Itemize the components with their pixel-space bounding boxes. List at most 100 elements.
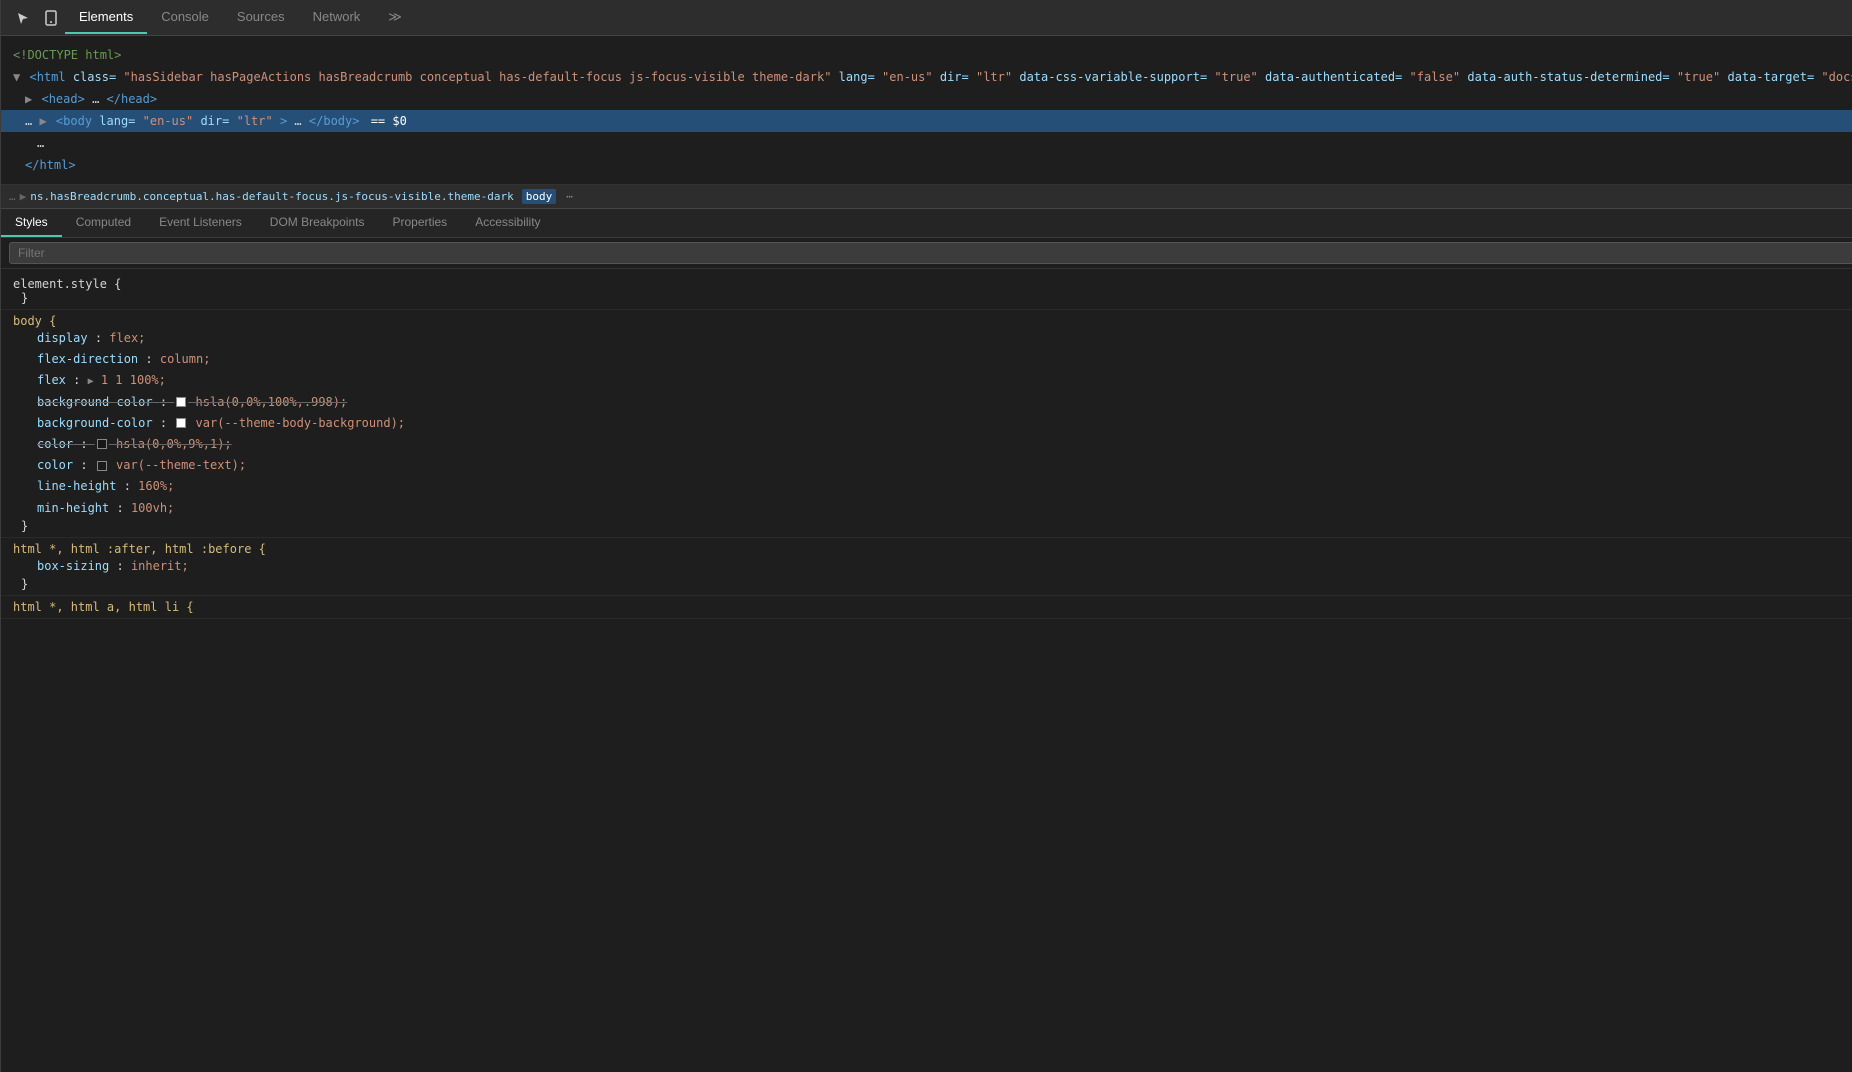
dom-head-close-tag: </head> bbox=[107, 92, 158, 106]
style-line-height-colon: : bbox=[124, 479, 138, 493]
tab-more[interactable]: ≫ bbox=[374, 1, 416, 35]
styles-tab-event-listeners[interactable]: Event Listeners bbox=[145, 209, 256, 237]
style-min-height-line: min-height : 100vh; bbox=[13, 498, 1852, 519]
dom-ellipsis-text: … bbox=[37, 136, 44, 150]
dom-ellipsis-line[interactable]: … bbox=[1, 132, 1852, 154]
html-star-close: } bbox=[13, 577, 1852, 591]
dom-html-close-tag: </html> bbox=[25, 158, 76, 172]
style-line-height-val: 160%; bbox=[138, 479, 174, 493]
dom-html-tag: <html bbox=[29, 70, 65, 84]
style-flex-direction-colon: : bbox=[145, 352, 159, 366]
dom-html-dir-val: "ltr" bbox=[976, 70, 1012, 84]
html-a-li-rule: html *, html a, html li { site-ltr.css:4… bbox=[1, 596, 1852, 619]
style-bg-old-prop: background-color bbox=[37, 395, 153, 409]
dom-html-lang-attr: lang= bbox=[839, 70, 875, 84]
dom-body-lang-val: "en-us" bbox=[143, 114, 194, 128]
dom-bc-expand-btn[interactable]: ⋯ bbox=[566, 190, 573, 203]
dom-head-expand[interactable]: ▶ bbox=[25, 92, 32, 106]
element-style-rule: element.style { } bbox=[1, 273, 1852, 310]
dom-bc-class-item[interactable]: ns.hasBreadcrumb.conceptual.has-default-… bbox=[30, 190, 513, 203]
dom-html-dir-attr: dir= bbox=[940, 70, 969, 84]
dom-body-line[interactable]: … ▶ <body lang= "en-us" dir= "ltr" > … <… bbox=[1, 110, 1852, 132]
element-style-selector: element.style { bbox=[13, 277, 1852, 291]
dom-tree[interactable]: <!DOCTYPE html> ▼ <html class= "hasSideb… bbox=[1, 36, 1852, 185]
dom-doctype-text: <!DOCTYPE html> bbox=[13, 48, 121, 62]
mobile-icon-btn[interactable] bbox=[37, 4, 65, 32]
dom-body-expand[interactable]: ▶ bbox=[39, 114, 46, 128]
body-style-selector: body { site-ltr.css:5318 bbox=[13, 314, 1852, 328]
style-color-old-colon: : bbox=[80, 437, 94, 451]
filter-input[interactable] bbox=[9, 242, 1852, 264]
style-bg-color-old-line: background-color : hsla(0,0%,100%,.998); bbox=[13, 392, 1852, 413]
flex-expand-arrow[interactable]: ▶ bbox=[88, 376, 94, 387]
tab-sources[interactable]: Sources bbox=[223, 1, 299, 34]
color-old-swatch[interactable] bbox=[97, 439, 107, 449]
style-box-sizing-colon: : bbox=[116, 559, 130, 573]
dom-html-data-auth-attr: data-authenticated= bbox=[1265, 70, 1402, 84]
styles-tab-computed[interactable]: Computed bbox=[62, 209, 145, 237]
dom-html-expand[interactable]: ▼ bbox=[13, 70, 20, 84]
style-flex-val: 1 1 100%; bbox=[101, 373, 166, 387]
cursor-icon-btn[interactable] bbox=[9, 4, 37, 32]
bg-new-swatch[interactable] bbox=[176, 418, 186, 428]
style-flex-line: flex : ▶ 1 1 100%; bbox=[13, 370, 1852, 391]
style-line-height-line: line-height : 160%; bbox=[13, 476, 1852, 497]
dom-body-dir-attr: dir= bbox=[200, 114, 229, 128]
styles-tab-properties[interactable]: Properties bbox=[378, 209, 461, 237]
style-flex-direction-val: column; bbox=[160, 352, 211, 366]
style-bg-color-new-line: background-color : var(--theme-body-back… bbox=[13, 413, 1852, 434]
tab-network[interactable]: Network bbox=[299, 1, 375, 34]
dom-bc-sep-1: ▶ bbox=[20, 190, 27, 203]
styles-tab-dom-breakpoints[interactable]: DOM Breakpoints bbox=[256, 209, 379, 237]
style-flex-colon: : bbox=[73, 373, 87, 387]
dom-html-close-line[interactable]: </html> bbox=[1, 154, 1852, 176]
body-selector-text[interactable]: body { bbox=[13, 314, 56, 328]
color-new-swatch[interactable] bbox=[97, 461, 107, 471]
dom-body-close-bracket: > bbox=[280, 114, 287, 128]
dom-head-tag: <head> bbox=[41, 92, 84, 106]
dom-body-dir-val: "ltr" bbox=[237, 114, 273, 128]
styles-area[interactable]: element.style { } body { site-ltr.css:53… bbox=[1, 269, 1852, 1072]
styles-tab-accessibility[interactable]: Accessibility bbox=[461, 209, 554, 237]
style-display-val: flex; bbox=[109, 331, 145, 345]
dom-html-data-auth-status-val: "true" bbox=[1677, 70, 1720, 84]
dom-bc-dots: … bbox=[9, 190, 16, 203]
dom-head-line[interactable]: ▶ <head> … </head> bbox=[1, 88, 1852, 110]
dom-head-ellipsis: … bbox=[92, 92, 99, 106]
dom-html-line[interactable]: ▼ <html class= "hasSidebar hasPageAction… bbox=[1, 66, 1852, 88]
devtools-toolbar: Elements Console Sources Network ≫ ⚠ 1 ⚙… bbox=[1, 0, 1852, 36]
style-line-height-prop: line-height bbox=[37, 479, 116, 493]
bg-old-swatch[interactable] bbox=[176, 397, 186, 407]
dom-doctype-line[interactable]: <!DOCTYPE html> bbox=[1, 44, 1852, 66]
tab-console[interactable]: Console bbox=[147, 1, 223, 34]
style-flex-direction-line: flex-direction : column; bbox=[13, 349, 1852, 370]
styles-tab-styles[interactable]: Styles bbox=[1, 209, 62, 237]
dom-html-class-val: "hasSidebar hasPageActions hasBreadcrumb… bbox=[123, 70, 831, 84]
style-color-new-val: var(--theme-text); bbox=[116, 458, 246, 472]
body-style-rule: body { site-ltr.css:5318 display : flex;… bbox=[1, 310, 1852, 538]
dom-body-lang-attr: lang= bbox=[99, 114, 135, 128]
style-display-line: display : flex; bbox=[13, 328, 1852, 349]
tab-elements[interactable]: Elements bbox=[65, 1, 147, 34]
style-color-new-colon: : bbox=[80, 458, 94, 472]
style-display-colon: : bbox=[95, 331, 109, 345]
style-flex-direction-prop: flex-direction bbox=[37, 352, 138, 366]
style-color-old-prop: color bbox=[37, 437, 73, 451]
body-style-close: } bbox=[13, 519, 1852, 533]
app-container: Microsoft Documentación de Microsoft Edg… bbox=[0, 0, 1852, 1072]
dom-bc-body-item[interactable]: body bbox=[522, 189, 557, 204]
html-star-selector-text[interactable]: html *, html :after, html :before { bbox=[13, 542, 266, 556]
element-style-selector-text[interactable]: element.style { bbox=[13, 277, 121, 291]
styles-tab-bar: Styles Computed Event Listeners DOM Brea… bbox=[1, 209, 1852, 238]
style-min-height-colon: : bbox=[116, 501, 130, 515]
style-bg-old-val: hsla(0,0%,100%,.998); bbox=[196, 395, 348, 409]
style-bg-new-prop: background-color bbox=[37, 416, 153, 430]
devtools-tab-list: Elements Console Sources Network ≫ bbox=[65, 1, 1852, 35]
style-display-prop: display bbox=[37, 331, 88, 345]
devtools-panel: Elements Console Sources Network ≫ ⚠ 1 ⚙… bbox=[0, 0, 1852, 1072]
style-min-height-val: 100vh; bbox=[131, 501, 174, 515]
dom-body-dots: … bbox=[25, 114, 39, 128]
html-a-li-selector-text[interactable]: html *, html a, html li { bbox=[13, 600, 194, 614]
dom-html-class-attr: class= bbox=[73, 70, 116, 84]
html-a-li-selector: html *, html a, html li { site-ltr.css:4… bbox=[13, 600, 1852, 614]
